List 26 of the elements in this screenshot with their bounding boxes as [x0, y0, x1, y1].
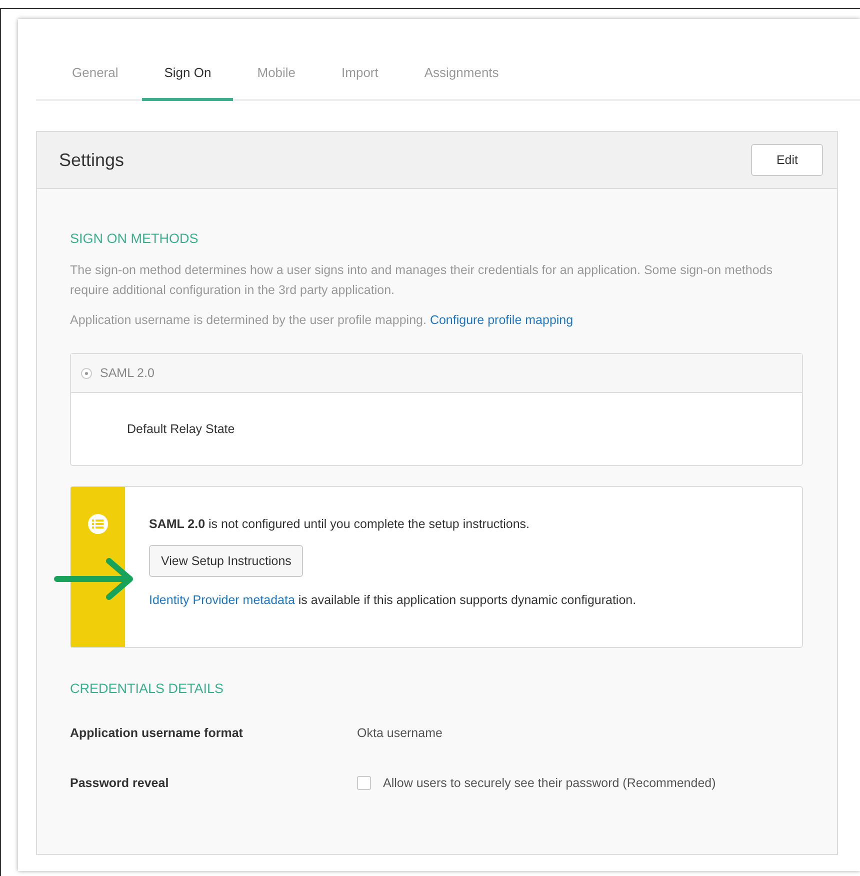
field-label: Application username format	[70, 726, 244, 740]
radio-button[interactable]	[81, 368, 92, 378]
arrow-icon	[53, 557, 135, 601]
method-label: SAML 2.0	[100, 366, 154, 380]
list-icon	[87, 513, 109, 535]
notice-message: SAML 2.0 is not configured until you complete the setup instructions.	[149, 517, 531, 531]
checkbox-label: Allow users to securely see their password (Recommended)	[383, 776, 716, 790]
profile-mapping-link[interactable]: Configure profile mapping	[430, 313, 574, 327]
view-setup-instructions-button[interactable]: View Setup Instructions	[149, 545, 304, 577]
field-label: Default Relay State	[127, 422, 235, 436]
metadata-note: Identity Provider metadata is available if this application supports dynamic configuration.	[149, 593, 636, 607]
tab[interactable]: Mobile	[235, 51, 318, 101]
edit-button[interactable]: Edit	[751, 144, 823, 176]
field-value: Okta username	[357, 726, 442, 740]
field-label: Password reveal	[70, 776, 170, 790]
panel-title: Settings	[59, 150, 124, 170]
tab[interactable]: Sign On	[142, 51, 234, 101]
tab[interactable]: General	[50, 51, 140, 101]
checkbox[interactable]	[357, 776, 371, 790]
mapping-text: Application username is determined by the user profile mapping. Configure profile mapping	[70, 312, 574, 329]
description-text: The sign-on method determines how a user signs into and manages their credentials for an application. Some sign-on methods require additional configuration in the 3rd party application.	[70, 262, 774, 299]
section-heading: CREDENTIALS DETAILS	[70, 681, 225, 696]
tab[interactable]: Import	[320, 51, 400, 101]
tab[interactable]: Assignments	[402, 51, 521, 101]
section-heading: SIGN ON METHODS	[70, 231, 200, 246]
metadata-link[interactable]: Identity Provider metadata	[149, 593, 295, 607]
